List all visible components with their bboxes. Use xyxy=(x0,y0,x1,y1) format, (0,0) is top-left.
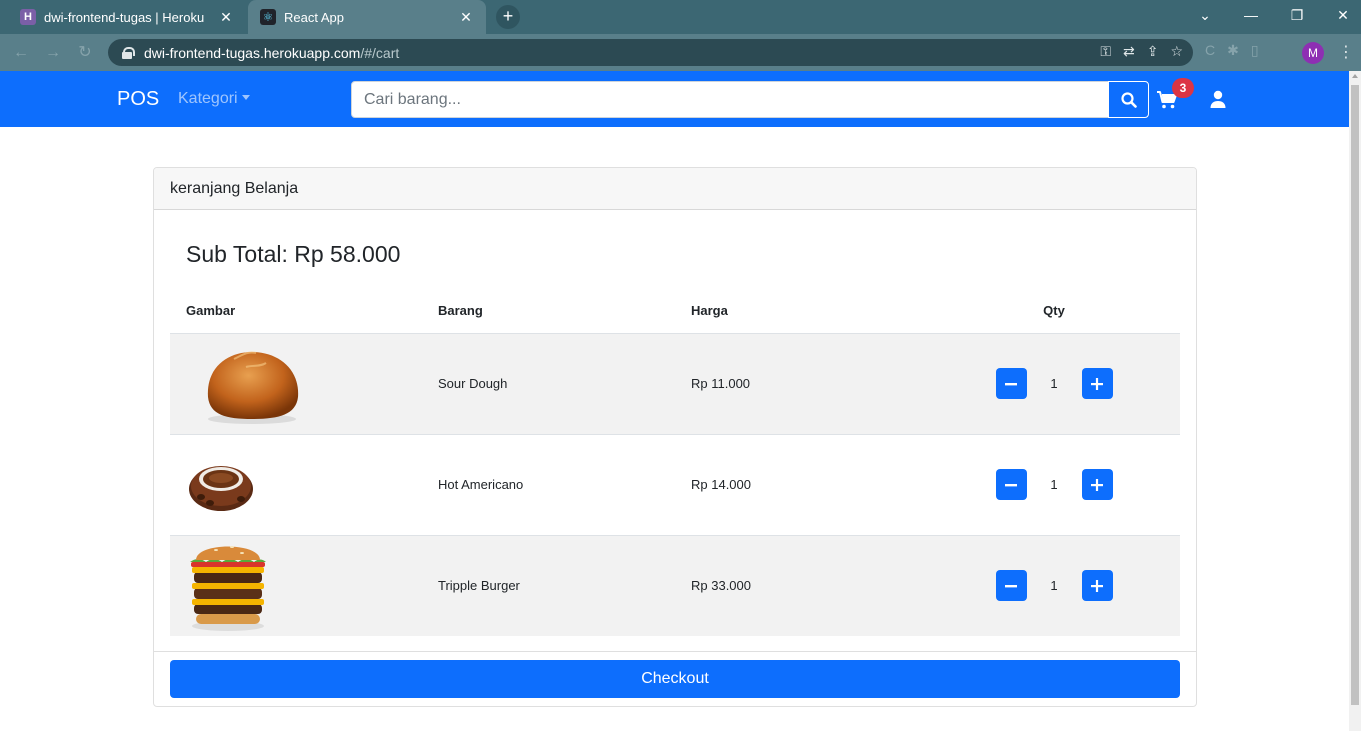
cart-header: keranjang Belanja xyxy=(154,168,1196,210)
search-input[interactable] xyxy=(351,81,1109,118)
translate-icon[interactable]: ⇄ xyxy=(1123,43,1135,60)
lock-icon xyxy=(122,46,135,59)
plus-icon xyxy=(1091,579,1103,592)
plus-icon xyxy=(1091,377,1103,390)
table-row: Tripple Burger Rp 33.000 1 xyxy=(170,535,1180,636)
qty-value: 1 xyxy=(1050,376,1058,391)
menu-kebab-icon[interactable]: ⋮ xyxy=(1338,42,1354,62)
page: POS Kategori 3 keranjang Belanja Sub Tot… xyxy=(0,71,1349,731)
puzzle-icon[interactable]: ✱ xyxy=(1227,42,1239,59)
caret-down-icon xyxy=(241,95,250,100)
key-icon[interactable]: ⚿ xyxy=(1100,43,1111,60)
column-header: Barang xyxy=(422,288,675,334)
tab-react-app[interactable]: ⚛ React App ✕ xyxy=(248,0,486,34)
minus-icon xyxy=(1005,382,1017,385)
brand-logo[interactable]: POS xyxy=(117,88,159,111)
share-icon[interactable]: ⇪ xyxy=(1147,43,1159,60)
close-icon[interactable]: ✕ xyxy=(458,9,474,26)
close-icon[interactable]: ✕ xyxy=(218,9,234,26)
reload-icon[interactable]: ↻ xyxy=(74,42,96,64)
tab-search-icon[interactable]: ⌄ xyxy=(1182,0,1228,30)
minimize-button[interactable]: — xyxy=(1228,0,1274,30)
kategori-label: Kategori xyxy=(178,90,238,107)
item-price: Rp 33.000 xyxy=(675,535,928,636)
plus-icon xyxy=(1091,478,1103,491)
close-window-button[interactable]: ✕ xyxy=(1320,0,1361,30)
product-image xyxy=(170,535,422,636)
product-image xyxy=(170,333,422,435)
minus-icon xyxy=(1005,584,1017,588)
increase-button[interactable] xyxy=(1081,368,1113,399)
search-icon xyxy=(1120,91,1137,108)
cart-count-badge: 3 xyxy=(1172,78,1194,98)
url-path: /#/cart xyxy=(360,44,400,61)
product-image xyxy=(170,434,422,536)
react-favicon-icon: ⚛ xyxy=(260,9,276,25)
column-header: Qty xyxy=(928,288,1180,334)
url-host: dwi-frontend-tugas.herokuapp.com xyxy=(144,44,361,61)
user-icon[interactable] xyxy=(1209,90,1227,108)
qty-value: 1 xyxy=(1050,477,1058,492)
forward-icon[interactable]: → xyxy=(42,42,64,64)
qty-stepper: 1 xyxy=(928,333,1180,435)
qty-stepper: 1 xyxy=(928,434,1180,536)
kategori-dropdown[interactable]: Kategori xyxy=(178,90,250,108)
address-bar: ← → ↻ dwi-frontend-tugas.herokuapp.com/#… xyxy=(0,34,1361,71)
item-name: Sour Dough xyxy=(422,333,675,435)
item-price: Rp 14.000 xyxy=(675,434,928,536)
item-name: Tripple Burger xyxy=(422,535,675,636)
heroku-favicon-icon: H xyxy=(20,9,36,25)
tab-title: dwi-frontend-tugas | Heroku xyxy=(44,9,205,25)
url-field[interactable]: dwi-frontend-tugas.herokuapp.com/#/cart … xyxy=(108,39,1193,66)
decrease-button[interactable] xyxy=(995,368,1027,399)
navbar: POS Kategori 3 xyxy=(0,71,1349,127)
increase-button[interactable] xyxy=(1081,570,1113,602)
profile-avatar[interactable]: M xyxy=(1302,42,1324,64)
item-price: Rp 11.000 xyxy=(675,333,928,435)
coffee-image xyxy=(189,466,253,511)
scrollbar[interactable] xyxy=(1349,71,1361,731)
burger-image xyxy=(190,546,266,632)
sidepanel-icon[interactable]: ▯ xyxy=(1251,42,1259,59)
tab-title: React App xyxy=(284,9,344,25)
minus-icon xyxy=(1005,483,1017,486)
extension-icon[interactable]: C xyxy=(1205,42,1215,59)
back-icon[interactable]: ← xyxy=(10,42,32,64)
column-header: Harga xyxy=(675,288,928,334)
bread-image xyxy=(207,351,299,424)
item-name: Hot Americano xyxy=(422,434,675,536)
column-header: Gambar xyxy=(170,288,422,334)
restore-button[interactable]: ❐ xyxy=(1274,0,1320,30)
decrease-button[interactable] xyxy=(995,570,1027,602)
tab-heroku[interactable]: H dwi-frontend-tugas | Heroku ✕ xyxy=(8,0,246,34)
table-row: Sour Dough Rp 11.000 1 xyxy=(170,333,1180,435)
browser-tabstrip: H dwi-frontend-tugas | Heroku ✕ ⚛ React … xyxy=(0,0,1361,34)
qty-value: 1 xyxy=(1050,578,1058,594)
cart-card: keranjang Belanja Sub Total: Rp 58.000 G… xyxy=(153,167,1197,707)
qty-stepper: 1 xyxy=(928,535,1180,636)
star-icon[interactable]: ☆ xyxy=(1170,43,1183,60)
new-tab-button[interactable]: + xyxy=(496,5,520,29)
decrease-button[interactable] xyxy=(995,469,1027,500)
subtotal: Sub Total: Rp 58.000 xyxy=(186,241,401,267)
checkout-button[interactable]: Checkout xyxy=(170,660,1180,698)
cart-table: Gambar Barang Harga Qty Sour Dough Rp 11… xyxy=(170,288,1180,636)
scrollbar-thumb[interactable] xyxy=(1351,85,1359,705)
card-footer-divider xyxy=(154,651,1196,652)
search-button[interactable] xyxy=(1108,81,1149,118)
increase-button[interactable] xyxy=(1081,469,1113,500)
scroll-up-icon[interactable] xyxy=(1352,74,1358,78)
table-row: Hot Americano Rp 14.000 1 xyxy=(170,434,1180,536)
